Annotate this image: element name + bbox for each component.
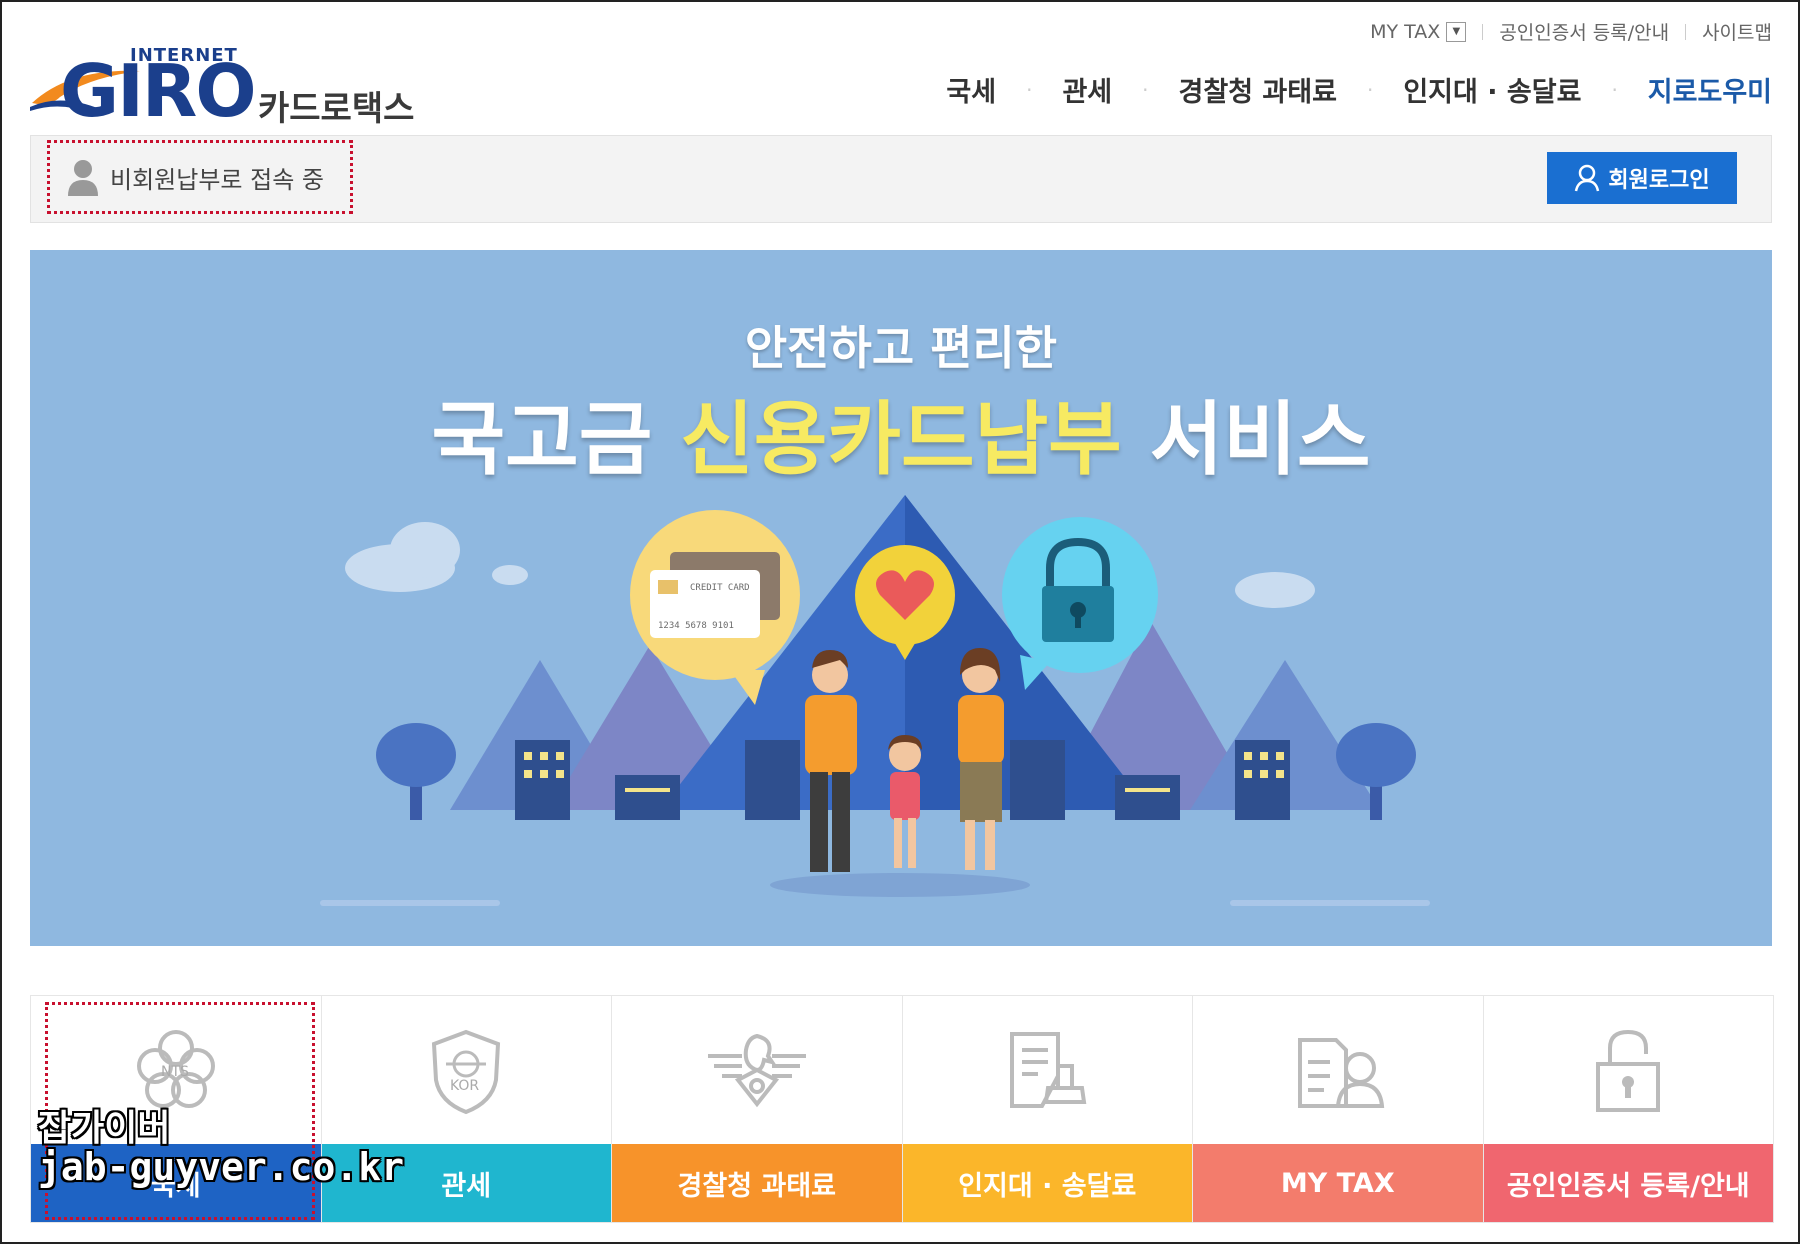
banner-subtitle: 안전하고 편리한 (744, 321, 1058, 375)
login-status-bar: 비회원납부로 접속 중 회원로그인 (30, 135, 1772, 223)
giro-logo[interactable]: INTERNET GIRO 카드로택스 (30, 45, 430, 133)
sitemap-link[interactable]: 사이트맵 (1702, 18, 1772, 45)
police-eagle-icon (707, 1033, 806, 1108)
tile-certificate[interactable]: 공인인증서 등록/안내 (1483, 996, 1773, 1222)
hero-banner[interactable]: CREDIT CARD 1234 5678 9101 안전하고 편리한 국고금 … (30, 250, 1772, 946)
utility-links: MY TAX ▼ 공인인증서 등록/안내 사이트맵 (1370, 18, 1772, 45)
member-login-button[interactable]: 회원로그인 (1547, 152, 1737, 204)
tile-mytax-label: MY TAX (1193, 1144, 1483, 1222)
nav-divider: · (1366, 77, 1374, 102)
nav-police-fine[interactable]: 경찰청 과태료 (1179, 70, 1337, 109)
card-number: 1234 5678 9101 (658, 621, 734, 631)
kor-emblem-text: KOR (450, 1078, 479, 1094)
guest-status: 비회원납부로 접속 중 (47, 140, 353, 214)
banner-title-part-a: 국고금 (431, 393, 653, 486)
tile-stamp-fee[interactable]: 인지대 · 송달료 (902, 996, 1193, 1222)
divider (1685, 23, 1687, 40)
user-outline-icon (1575, 164, 1600, 192)
nts-emblem-icon: NTS (136, 1030, 215, 1108)
nav-divider: · (1142, 77, 1149, 102)
tile-mytax[interactable]: MY TAX (1193, 996, 1484, 1222)
nav-customs[interactable]: 관세 (1062, 70, 1112, 109)
main-nav: 국세 · 관세 · 경찰청 과태료 · 인지대 · 송달료 · 지로도우미 (946, 70, 1772, 109)
member-login-label: 회원로그인 (1608, 168, 1710, 193)
customs-shield-icon: KOR (432, 1029, 501, 1115)
tile-police-fine-label: 경찰청 과태료 (612, 1144, 902, 1222)
nav-divider: · (1611, 77, 1618, 102)
certificate-link[interactable]: 공인인증서 등록/안내 (1499, 18, 1669, 45)
logo-cardrotax-text: 카드로택스 (258, 89, 415, 129)
mytax-dropdown-icon[interactable]: ▼ (1446, 21, 1467, 42)
stamp-document-icon (1010, 1032, 1087, 1108)
banner-title-highlight: 신용카드납부 (680, 393, 1122, 486)
watermark: 잡가이버 jab-guyver.co.kr (38, 1110, 404, 1188)
watermark-line1: 잡가이버 (38, 1108, 171, 1149)
card-label: CREDIT CARD (690, 583, 750, 593)
guest-status-text: 비회원납부로 접속 중 (110, 165, 324, 194)
divider (1482, 23, 1484, 40)
tile-stamp-fee-label: 인지대 · 송달료 (902, 1144, 1192, 1222)
person-icon (68, 160, 98, 196)
watermark-line2: jab-guyver.co.kr (38, 1144, 405, 1189)
tile-police-fine[interactable]: 경찰청 과태료 (612, 996, 903, 1222)
unlock-icon (1596, 1029, 1661, 1112)
nts-emblem-text: NTS (161, 1064, 189, 1080)
banner-title: 국고금 신용카드납부 서비스 (30, 375, 1772, 491)
banner-title-part-b: 서비스 (1149, 393, 1371, 486)
mytax-link[interactable]: MY TAX (1370, 21, 1440, 43)
nav-stamp-fee[interactable]: 인지대 · 송달료 (1403, 70, 1581, 109)
user-document-icon (1297, 1038, 1384, 1108)
tile-certificate-label: 공인인증서 등록/안내 (1483, 1144, 1773, 1222)
nav-divider: · (1026, 77, 1033, 102)
logo-giro-text: GIRO (60, 49, 257, 133)
nav-national-tax[interactable]: 국세 (946, 70, 996, 109)
nav-giro-helper[interactable]: 지로도우미 (1648, 70, 1772, 109)
